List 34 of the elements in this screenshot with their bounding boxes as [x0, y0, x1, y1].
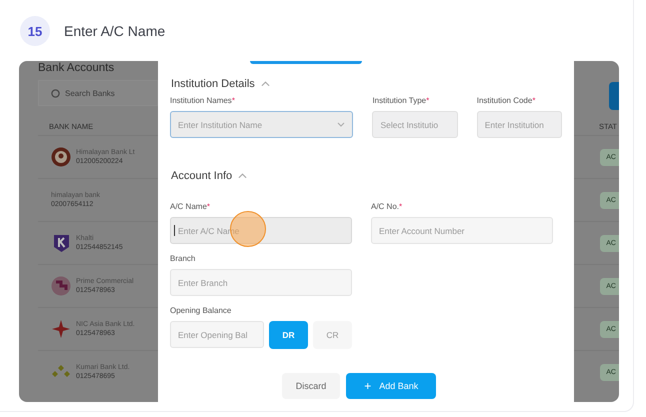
star-logo-icon [51, 319, 71, 339]
field-label: A/C Name* [170, 202, 212, 211]
balance-type-toggle[interactable]: DR [269, 321, 308, 349]
text-field[interactable]: Enter Institution [476, 111, 562, 138]
add-bank-button[interactable]: + Add Bank [346, 373, 436, 399]
text-field[interactable]: Enter Branch [170, 269, 352, 296]
text-cursor [174, 225, 175, 236]
field-label: Institution Code* [476, 96, 536, 105]
section-title: Institution Details [171, 78, 255, 90]
discard-button[interactable]: Discard [282, 373, 340, 399]
section-title: Account Info [171, 170, 232, 182]
search-placeholder: Search Banks [65, 88, 115, 98]
opening-balance-field[interactable]: Enter Opening Bal [170, 321, 264, 348]
search-icon [51, 88, 60, 98]
search-field[interactable]: Search Banks [38, 80, 158, 106]
field-label: Institution Type* [372, 96, 430, 105]
step-title: Enter A/C Name [64, 23, 166, 39]
letter-k-logo-icon [51, 233, 71, 253]
step-number: 15 [20, 16, 50, 46]
field-label: A/C No.* [371, 202, 404, 211]
balance-type-toggle[interactable]: CR [313, 321, 352, 349]
pattern-logo-icon [51, 276, 71, 296]
chevron-down-icon [337, 122, 346, 127]
text-field[interactable]: Enter Account Number [371, 217, 553, 244]
select-field[interactable]: Enter Institution Name [170, 111, 354, 138]
field-label: Institution Names* [170, 96, 236, 105]
text-field[interactable]: Select Institutio [372, 111, 458, 138]
chevron-up-icon[interactable] [260, 81, 270, 87]
field-label: Branch [170, 254, 196, 263]
field-label: Opening Balance [170, 306, 232, 315]
emblem-logo-icon [51, 147, 71, 167]
chevron-up-icon[interactable] [238, 173, 248, 179]
add-button[interactable] [609, 82, 619, 110]
page-title: Bank Accounts [38, 62, 116, 74]
